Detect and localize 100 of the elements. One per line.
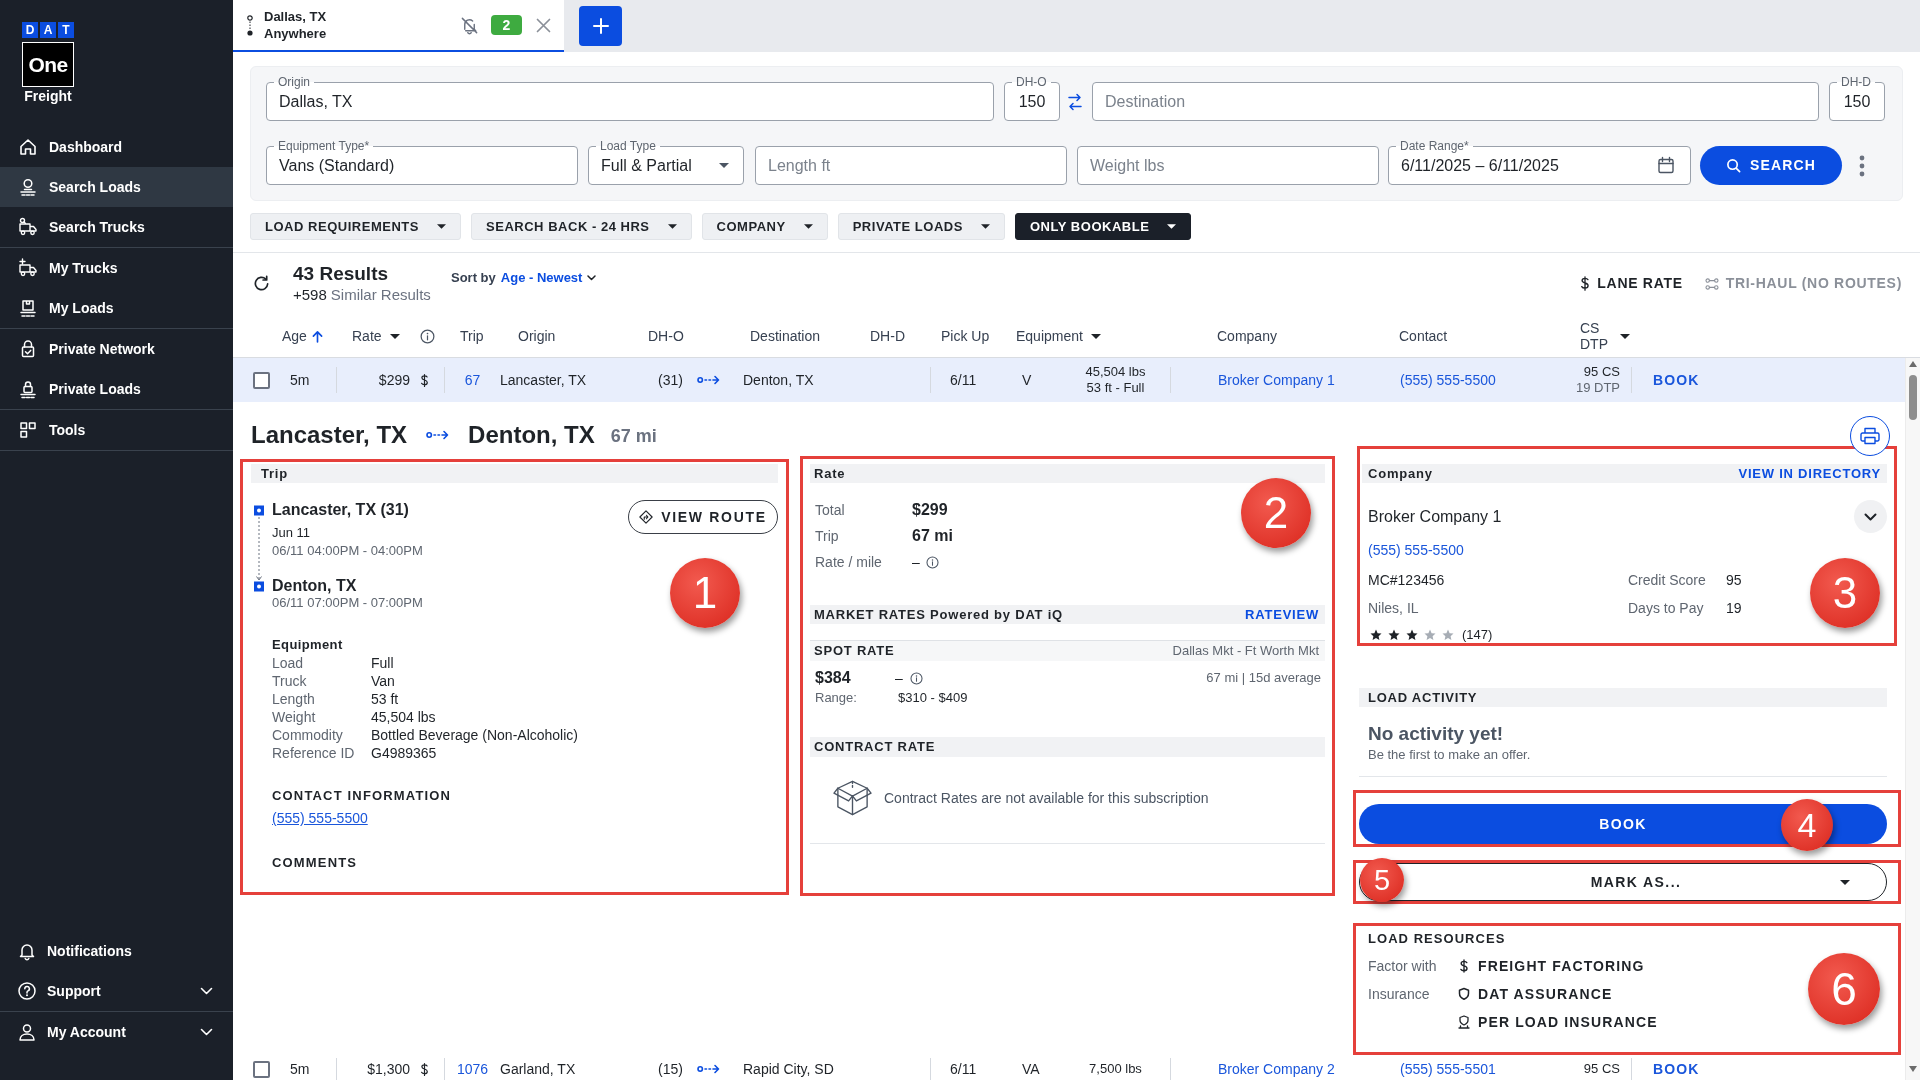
section-title: CONTRACT RATE [814,738,936,757]
grid-icon [18,420,38,440]
table-cell: 19 DTP [1575,380,1620,396]
column-header[interactable]: CS DTP [1580,320,1630,352]
print-icon [1860,427,1880,445]
nav-item[interactable]: Private Network [0,329,233,369]
rateview-link[interactable]: RATEVIEW [1245,604,1319,625]
nav-item[interactable]: Support [0,971,233,1011]
nav-item[interactable]: Search Trucks [0,207,233,247]
home-icon [18,137,38,157]
column-header[interactable]: Rate [352,325,400,347]
nav-item[interactable]: My Trucks [0,248,233,288]
more-icon[interactable] [1859,154,1865,177]
stop-place: Lancaster, TX (31) [272,500,409,520]
table-cell: 95 CS [1583,1061,1620,1077]
nav-item[interactable]: Notifications [0,931,233,971]
resource-link[interactable]: FREIGHT FACTORING [1478,955,1645,977]
search-button[interactable]: SEARCH [1700,146,1842,185]
callout-number: 2 [1241,478,1311,548]
person-icon [17,1022,37,1042]
route-distance: 67 mi [610,426,657,446]
stop-date: Jun 11 [272,525,311,541]
field-label: Equipment Type* [274,139,374,153]
field-label: Date Range* [1396,139,1473,153]
nav-item[interactable]: Search Loads [0,167,233,207]
nav-item[interactable]: My Account [0,1012,233,1052]
filter-chip[interactable]: COMPANY [701,213,828,240]
close-icon[interactable] [536,17,551,33]
scroll-up-icon[interactable] [1909,361,1917,367]
field-name: Weight [272,709,316,725]
checkbox[interactable] [253,1060,270,1078]
column-header[interactable]: Age [282,325,323,347]
filter-chip[interactable]: SEARCH BACK - 24 HRS [471,213,692,240]
input-field[interactable]: Destination [1092,82,1819,121]
swap-arrows-icon[interactable] [1068,92,1082,111]
dotted-arrow-icon [697,374,721,386]
bell-off-icon[interactable] [460,15,479,35]
logo-wordmark: One [22,42,74,87]
resource-link[interactable]: DAT ASSURANCE [1478,983,1613,1005]
mc-number: MC#123456 [1368,571,1445,590]
callout-number: 3 [1810,558,1880,628]
info-icon[interactable] [420,328,435,344]
filter-chip[interactable]: PRIVATE LOADS [837,213,1005,240]
scrollbar[interactable] [1905,358,1920,1080]
trip-link[interactable]: 67 [464,369,481,391]
filter-chip[interactable]: LOAD REQUIREMENTS [250,213,461,240]
input-field[interactable]: Weight lbs [1077,146,1379,185]
stop-time-window: 06/11 04:00PM - 04:00PM [272,543,423,559]
column-header: Pick Up [941,326,990,346]
phone-link[interactable]: (555) 555-5500 [1368,542,1464,558]
phone-link[interactable]: (555) 555-5500 [1400,369,1496,391]
scrollbar-thumb[interactable] [1909,375,1917,420]
scroll-down-icon[interactable] [1909,1066,1917,1072]
bell-icon [17,941,37,961]
phone-link[interactable]: (555) 555-5501 [1400,1058,1496,1080]
company-link[interactable]: Broker Company 1 [1218,369,1335,391]
new-search-button[interactable] [579,6,622,46]
field-name: Factor with [1368,958,1437,974]
book-link[interactable]: BOOK [1653,369,1700,391]
field-value: Full [371,654,394,672]
caret-down-icon [389,333,400,339]
field-label: Load Type [596,139,660,153]
info-icon[interactable] [909,671,923,685]
directory-link[interactable]: VIEW IN DIRECTORY [1738,463,1881,484]
refresh-icon[interactable] [253,275,270,292]
search-tab[interactable]: Dallas, TX Anywhere 2 [233,0,564,52]
dotted-arrow-icon [426,429,451,441]
calendar-icon[interactable] [1657,156,1675,174]
lane-rate-button[interactable]: LANE RATE [1580,273,1683,294]
info-icon[interactable] [925,555,939,569]
similar-count: +598 [293,286,327,304]
table-row[interactable]: 5m $299 67 Lancaster, TX (31) Denton, TX 6/11 V 45,504 lbs 53 ft - Full Broker Company 1 (555) 555-5500 95 CS 19 DTP BOOK [233,358,1905,402]
activity-headline: No activity yet! [1368,722,1504,746]
resource-link[interactable]: PER LOAD INSURANCE [1478,1011,1658,1033]
nav-item[interactable]: Dashboard [0,127,233,167]
field-name: Truck [272,673,307,689]
company-location: Niles, IL [1368,599,1419,618]
print-button[interactable] [1850,416,1890,456]
checkbox[interactable] [253,371,270,389]
section-title: SPOT RATE [814,642,895,661]
chevron-down-icon [587,275,597,281]
logo-letter: T [58,22,74,38]
shield-icon [1458,987,1470,1001]
nav-item[interactable]: Private Loads [0,369,233,409]
field-value: $310 - $409 [898,689,968,708]
review-count: (147) [1462,628,1493,642]
table-cell-text: $1,300 [367,1059,410,1079]
nav-item[interactable]: My Loads [0,288,233,328]
trip-link[interactable]: 1076 [456,1058,489,1080]
nav-item[interactable]: Tools [0,410,233,450]
company-link[interactable]: Broker Company 2 [1218,1058,1335,1080]
expand-button[interactable] [1854,500,1887,533]
table-cell: 53 ft - Full [1086,380,1145,396]
input-field[interactable]: Length ft [755,146,1067,185]
phone-link[interactable]: (555) 555-5500 [272,810,368,826]
table-cell-text: (15) [658,1059,683,1079]
column-header[interactable]: Equipment [1016,325,1101,347]
book-link[interactable]: BOOK [1653,1058,1700,1080]
sort-dropdown[interactable]: Age - Newest [500,269,597,287]
filter-chip[interactable]: ONLY BOOKABLE [1014,213,1192,240]
